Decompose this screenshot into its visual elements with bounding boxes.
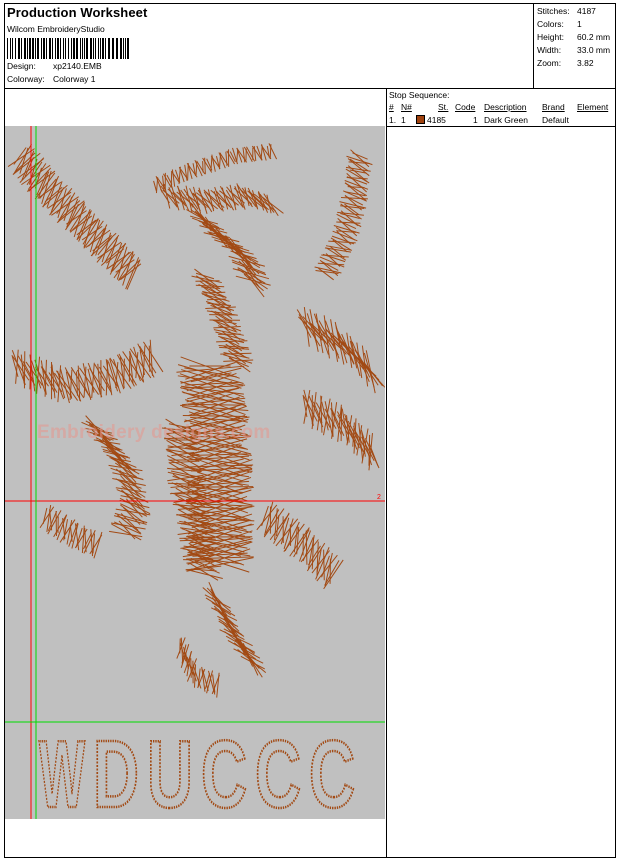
page-title: Production Worksheet bbox=[7, 5, 148, 20]
design-row: Design: xp2140.EMB bbox=[7, 61, 102, 71]
design-label: Design: bbox=[7, 61, 36, 71]
stats-panel: Stitches: 4187 Colors: 1 Height: 60.2 mm Wi… bbox=[533, 4, 615, 88]
col-header-description: Description bbox=[484, 102, 527, 112]
lettering-char: C bbox=[255, 721, 301, 819]
design-filename: xp2140.EMB bbox=[53, 61, 102, 71]
stat-value: 60.2 mm bbox=[577, 32, 611, 42]
stat-value: 1 bbox=[577, 19, 582, 29]
lion-artwork bbox=[7, 143, 385, 698]
lettering-char: C bbox=[201, 721, 247, 819]
col-header-num: # bbox=[389, 102, 394, 112]
stat-width: Width: 33.0 mm bbox=[537, 44, 610, 56]
lettering-char: D bbox=[93, 721, 139, 819]
stop-sequence-table: Stop Sequence: # N# St. Code Description… bbox=[387, 89, 615, 127]
stat-label: Stitches: bbox=[537, 6, 570, 16]
worksheet-header: Production Worksheet Wilcom EmbroiderySt… bbox=[5, 4, 615, 89]
stat-stitches: Stitches: 4187 bbox=[537, 5, 596, 17]
stop-sequence-title: Stop Sequence: bbox=[389, 90, 450, 100]
lettering-char: C bbox=[309, 721, 355, 819]
col-header-element: Element bbox=[577, 102, 609, 112]
row-brand: Default bbox=[542, 115, 569, 125]
software-name: Wilcom EmbroideryStudio bbox=[7, 24, 105, 34]
col-header-brand: Brand bbox=[542, 102, 565, 112]
stat-label: Width: bbox=[537, 45, 562, 55]
row-description: Dark Green bbox=[484, 115, 528, 125]
stat-label: Height: bbox=[537, 32, 564, 42]
row-stitches: 4185 bbox=[427, 115, 446, 125]
stat-height: Height: 60.2 mm bbox=[537, 31, 610, 43]
lettering-artwork: WDUCCC bbox=[38, 720, 357, 819]
guide-label: 2 bbox=[377, 494, 381, 501]
col-header-needle: N# bbox=[401, 102, 412, 112]
lettering-char: U bbox=[147, 721, 193, 819]
worksheet-page: Production Worksheet Wilcom EmbroiderySt… bbox=[4, 3, 616, 858]
stat-value: 4187 bbox=[577, 6, 596, 16]
col-header-code: Code bbox=[455, 102, 476, 112]
thread-color-swatch bbox=[416, 115, 425, 124]
guide-lines: 2 bbox=[5, 126, 385, 819]
stat-value: 33.0 mm bbox=[577, 45, 611, 55]
stop-sequence-panel: Stop Sequence: # N# St. Code Description… bbox=[386, 89, 615, 857]
row-number: 1. bbox=[389, 115, 397, 125]
barcode bbox=[7, 38, 133, 59]
stat-colors: Colors: 1 bbox=[537, 18, 582, 30]
watermark-text: Embroidery designs.com bbox=[37, 422, 271, 443]
lettering-char: W bbox=[39, 721, 85, 819]
stat-label: Colors: bbox=[537, 19, 564, 29]
row-code: 1 bbox=[473, 115, 478, 125]
design-preview: WDUCCC 2 Embroidery designs.com bbox=[5, 126, 385, 819]
row-needle: 1 bbox=[401, 115, 406, 125]
stat-zoom: Zoom: 3.82 bbox=[537, 57, 594, 69]
colorway-label: Colorway: bbox=[7, 74, 45, 84]
colorway-value: Colorway 1 bbox=[53, 74, 96, 84]
embroidery-design: WDUCCC 2 bbox=[5, 126, 385, 819]
colorway-row: Colorway: Colorway 1 bbox=[7, 74, 96, 84]
col-header-stitches: St. bbox=[438, 102, 449, 112]
stat-label: Zoom: bbox=[537, 58, 562, 68]
stat-value: 3.82 bbox=[577, 58, 594, 68]
